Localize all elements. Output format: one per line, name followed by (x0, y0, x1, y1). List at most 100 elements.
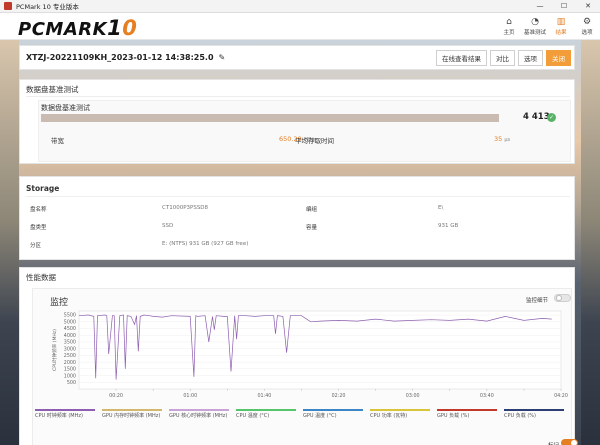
nav-results[interactable]: ▥ 结果 (548, 13, 574, 40)
mark-label: 标记 (548, 441, 559, 445)
compare-button[interactable]: 对比 (490, 49, 515, 66)
legend-item: CPU 功率 (瓦特) (370, 406, 437, 422)
x-tick-label: 04:20 (554, 393, 568, 399)
y-tick-label: 1500 (64, 367, 76, 373)
access-time-number: 35 (494, 135, 503, 143)
legend-item: CPU 负载 (%) (504, 406, 571, 422)
monitor-title: 监控 (50, 298, 69, 308)
bandwidth-label: 带宽 (51, 137, 64, 145)
nav-results-label: 结果 (555, 30, 567, 36)
nav-options[interactable]: ⚙ 选项 (574, 13, 600, 40)
y-tick-label: 5000 (64, 319, 76, 325)
toggle-knob (571, 440, 577, 445)
nav-benchmarks[interactable]: ◔ 基准测试 (522, 13, 548, 40)
legend-label: GPU 核心时钟频率 (MHz) (169, 413, 228, 419)
legend-item: GPU 温度 (°C) (303, 406, 370, 422)
x-tick-label: 01:00 (183, 393, 197, 399)
score-bar (41, 114, 499, 122)
app-icon (4, 2, 12, 10)
minimize-button[interactable]: — (528, 0, 552, 13)
y-axis-label: CPU时钟频率 (MHz) (51, 329, 58, 371)
x-tick-label: 00:20 (109, 393, 123, 399)
maximize-button[interactable]: ☐ (552, 0, 576, 13)
y-tick-label: 500 (67, 380, 76, 386)
y-tick-label: 3500 (64, 340, 76, 346)
x-tick-label: 03:00 (406, 393, 420, 399)
logo-version-1: 1 (107, 16, 123, 40)
y-tick-label: 4000 (64, 333, 76, 339)
plot-area (78, 310, 562, 390)
drive-group-label: 编组 (306, 207, 318, 213)
legend-swatch (303, 409, 363, 411)
y-tick-label: 2500 (64, 353, 76, 359)
legend-swatch (437, 409, 497, 411)
logo-text: PCMARK (18, 19, 108, 40)
pcmark-logo: PCMARK10 (18, 16, 137, 40)
nav-home-label: 主页 (503, 30, 515, 36)
monitor-detail-label: 监控细节 (526, 298, 549, 304)
legend-swatch (169, 409, 229, 411)
partition-label: 分区 (30, 243, 42, 249)
legend-label: CPU 负载 (%) (504, 413, 536, 419)
bars-icon: ▥ (556, 17, 566, 27)
legend-item: CPU 温度 (°C) (236, 406, 303, 422)
access-time-unit: μs (504, 137, 511, 143)
close-window-button[interactable]: ✕ (576, 0, 600, 13)
result-name: XTZJ-20221109KH_2023-01-12 14:38:25.0 (26, 53, 214, 62)
performance-panel: 性能数据 监控 监控细节 5500 5000 4500 4000 3500 3000 250… (19, 267, 578, 445)
pencil-icon[interactable]: ✎ (219, 53, 226, 62)
legend-swatch (504, 409, 564, 411)
main-nav: ⌂ 主页 ◔ 基准测试 ▥ 结果 ⚙ 选项 (496, 13, 600, 40)
divider (26, 196, 570, 197)
close-result-button[interactable]: 关闭 (546, 49, 571, 66)
chart-legend: CPU 时钟频率 (MHz) GPU 内存时钟频率 (MHz) GPU 核心时钟频率… (35, 406, 571, 422)
drive-type-label: 盘类型 (30, 225, 47, 231)
view-online-button[interactable]: 在线查看结果 (436, 49, 487, 66)
drive-name-value: CT1000P3PSSD8 (162, 205, 209, 211)
storage-panel: Storage 盘名称 CT1000P3PSSD8 编组 E\ 盘类型 SSD … (19, 176, 575, 260)
legend-swatch (370, 409, 430, 411)
score-card-title: 数据盘基准测试 (41, 104, 90, 112)
legend-item: GPU 内存时钟频率 (MHz) (102, 406, 169, 422)
result-header: XTZJ-20221109KH_2023-01-12 14:38:25.0 ✎ … (19, 45, 575, 70)
access-time-label: 平均存取时间 (295, 137, 334, 145)
drive-group-value: E\ (438, 205, 444, 211)
monitor-detail-toggle[interactable] (554, 294, 571, 302)
y-tick-label: 1000 (64, 373, 76, 379)
capacity-value: 931 GB (438, 223, 459, 229)
toggle-knob (556, 295, 562, 301)
x-tick-label: 01:40 (257, 393, 271, 399)
legend-label: CPU 时钟频率 (MHz) (35, 413, 83, 419)
y-tick-label: 4500 (64, 326, 76, 332)
y-tick-label: 5500 (64, 313, 76, 319)
nav-home[interactable]: ⌂ 主页 (496, 13, 522, 40)
monitor-chart: 5500500045004000350030002500200015001000… (51, 310, 568, 399)
nav-options-label: 选项 (581, 30, 593, 36)
window-controls: — ☐ ✕ (528, 0, 600, 13)
legend-swatch (35, 409, 95, 411)
mark-toggle[interactable] (561, 439, 578, 445)
y-tick-label: 3000 (64, 346, 76, 352)
app-header: PCMARK10 ⌂ 主页 ◔ 基准测试 ▥ 结果 ⚙ 选项 (0, 13, 600, 40)
options-button[interactable]: 选项 (518, 49, 543, 66)
result-actions: 在线查看结果 对比 选项 关闭 (436, 49, 571, 66)
window-title: PCMark 10 专业版本 (16, 3, 79, 11)
x-tick-label: 03:40 (480, 393, 494, 399)
storage-title: Storage (26, 184, 60, 193)
performance-title: 性能数据 (26, 273, 56, 282)
gauge-icon: ◔ (531, 17, 539, 27)
capacity-label: 容量 (306, 225, 318, 231)
partition-value: E: (NTFS) 931 GB (927 GB free) (162, 241, 249, 247)
score-card: 数据盘基准测试 4 413 ✓ 带宽 650.29 MB/s 平均存取时间 35… (38, 100, 571, 162)
monitor-panel: 监控 监控细节 5500 5000 4500 4000 3500 3000 2500 2000… (32, 288, 578, 445)
drive-type-value: SSD (162, 223, 174, 229)
drive-name-label: 盘名称 (30, 207, 47, 213)
legend-item: GPU 负载 (%) (437, 406, 504, 422)
legend-label: CPU 温度 (°C) (236, 413, 270, 419)
logo-version-0: 0 (122, 16, 138, 40)
check-icon: ✓ (547, 113, 556, 122)
legend-item: CPU 时钟频率 (MHz) (35, 406, 102, 422)
score-value: 4 413 (523, 112, 550, 122)
access-time-value: 35 μs (494, 135, 510, 143)
gear-icon: ⚙ (582, 17, 592, 27)
